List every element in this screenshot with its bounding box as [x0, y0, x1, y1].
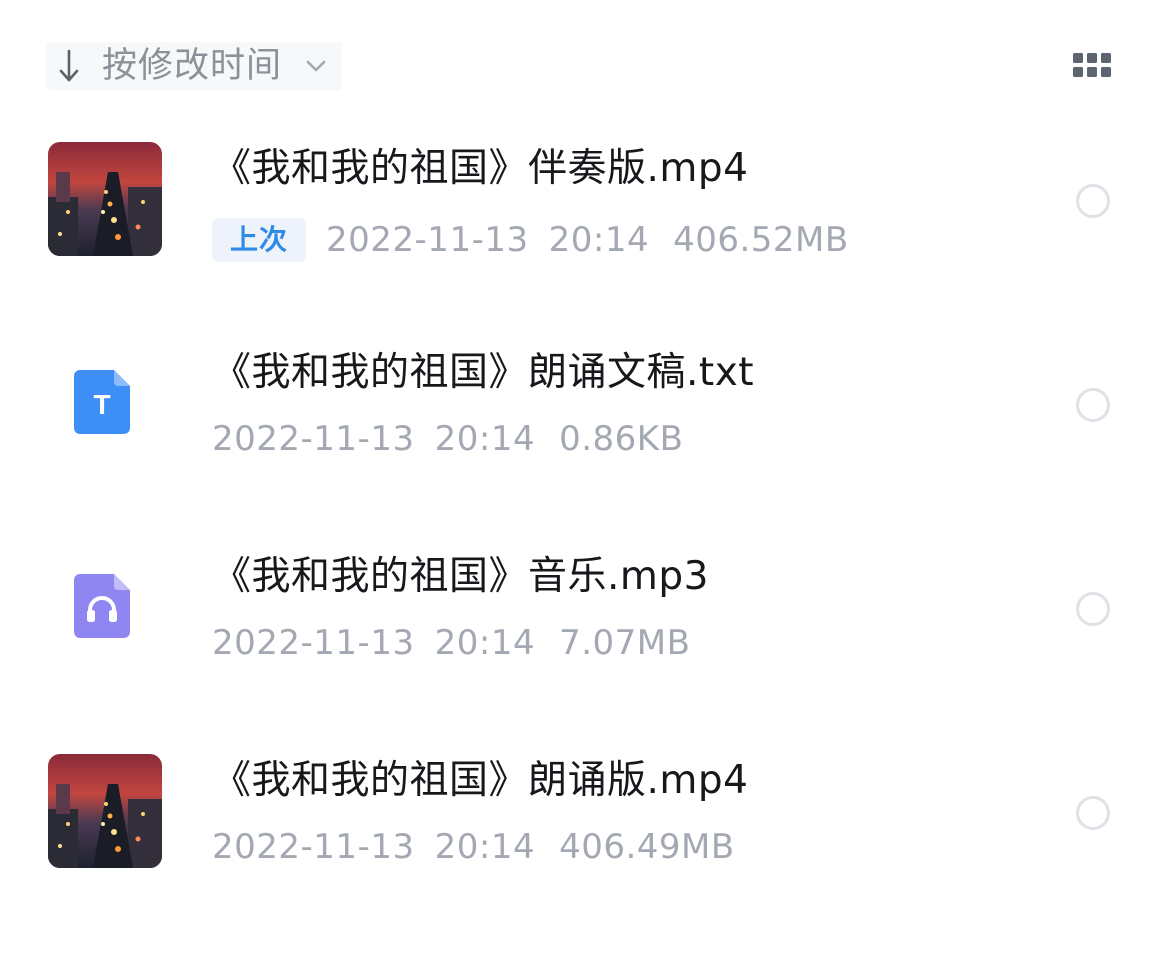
file-meta: 2022-11-13 20:14 7.07MB	[212, 626, 690, 660]
file-row-video[interactable]: 《我和我的祖国》朗诵版.mp4 2022-11-13 20:14 406.49M…	[0, 724, 1176, 928]
file-row-text[interactable]: T 《我和我的祖国》朗诵文稿.txt 2022-11-13 20:14 0.86…	[0, 316, 1176, 520]
file-time: 20:14	[434, 419, 536, 459]
sort-dropdown[interactable]: 按修改时间	[46, 42, 343, 90]
file-date: 2022-11-13	[212, 827, 415, 867]
file-meta: 2022-11-13 20:14 0.86KB	[212, 422, 683, 456]
file-list: 《我和我的祖国》伴奏版.mp4 上次 2022-11-13 20:14 406.…	[0, 112, 1176, 928]
video-thumbnail	[48, 754, 162, 868]
file-name: 《我和我的祖国》朗诵文稿.txt	[212, 350, 755, 395]
video-thumbnail	[48, 142, 162, 256]
chevron-down-icon	[304, 54, 328, 78]
file-row-video[interactable]: 《我和我的祖国》伴奏版.mp4 上次 2022-11-13 20:14 406.…	[0, 112, 1176, 316]
sort-label: 按修改时间	[102, 45, 283, 86]
grid-view-icon[interactable]	[1070, 50, 1116, 82]
select-checkbox[interactable]	[1076, 592, 1110, 626]
file-size: 406.49MB	[559, 827, 735, 867]
text-file-icon: T	[74, 370, 136, 440]
select-checkbox[interactable]	[1076, 184, 1110, 218]
down-arrow-icon	[58, 48, 80, 84]
select-checkbox[interactable]	[1076, 796, 1110, 830]
file-time: 20:14	[434, 623, 536, 663]
file-date: 2022-11-13	[326, 220, 529, 260]
select-checkbox[interactable]	[1076, 388, 1110, 422]
file-meta: 上次 2022-11-13 20:14 406.52MB	[212, 218, 849, 262]
file-date: 2022-11-13	[212, 419, 415, 459]
file-size: 0.86KB	[559, 419, 684, 459]
last-opened-badge: 上次	[212, 218, 307, 262]
file-name: 《我和我的祖国》音乐.mp3	[212, 554, 709, 599]
file-name: 《我和我的祖国》朗诵版.mp4	[212, 758, 749, 803]
file-size: 7.07MB	[559, 623, 691, 663]
file-name: 《我和我的祖国》伴奏版.mp4	[212, 146, 749, 191]
file-meta: 2022-11-13 20:14 406.49MB	[212, 830, 735, 864]
file-time: 20:14	[434, 827, 536, 867]
file-time: 20:14	[548, 220, 650, 260]
file-size: 406.52MB	[673, 220, 849, 260]
audio-file-icon	[74, 574, 136, 644]
file-row-audio[interactable]: 《我和我的祖国》音乐.mp3 2022-11-13 20:14 7.07MB	[0, 520, 1176, 724]
file-date: 2022-11-13	[212, 623, 415, 663]
text-file-icon-letter: T	[93, 389, 110, 420]
